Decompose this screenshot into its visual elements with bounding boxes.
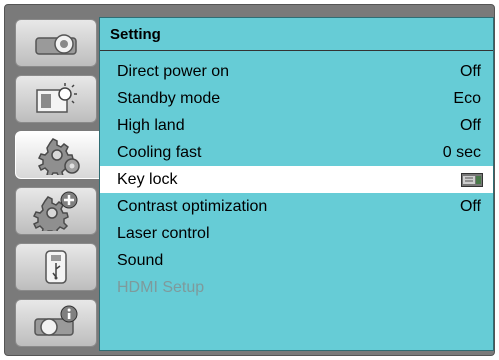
menu-row-laser-control[interactable]: Laser control — [100, 220, 493, 247]
row-label: Sound — [117, 252, 164, 269]
page-title: Setting — [100, 18, 493, 51]
setting-list: Direct power on Off Standby mode Eco Hig… — [100, 58, 493, 301]
row-label: Key lock — [117, 171, 178, 188]
row-value: Off — [459, 198, 481, 215]
row-label: Laser control — [117, 225, 210, 242]
image-brightness-icon — [36, 83, 77, 113]
row-value: Off — [459, 63, 481, 80]
row-label: HDMI Setup — [117, 279, 205, 296]
menu-row-standby-mode[interactable]: Standby mode Eco — [100, 85, 493, 112]
menu-row-high-land[interactable]: High land Off — [100, 112, 493, 139]
menu-tab-strip — [15, 17, 103, 355]
tab-information[interactable] — [15, 299, 97, 347]
tab-image[interactable] — [15, 75, 97, 123]
tab-projector[interactable] — [15, 19, 97, 67]
tab-expanded-setting[interactable] — [15, 187, 97, 235]
menu-row-cooling-fast[interactable]: Cooling fast 0 sec — [100, 139, 493, 166]
row-label: Contrast optimization — [117, 198, 268, 215]
row-value: 0 sec — [442, 144, 481, 161]
setting-panel: Setting Direct power on Off Standby mode… — [99, 17, 494, 351]
menu-row-key-lock[interactable]: Key lock — [100, 166, 493, 193]
tab-usb[interactable] — [15, 243, 97, 291]
projector-info-icon — [34, 305, 78, 336]
row-label: Direct power on — [117, 63, 230, 80]
row-value: Off — [459, 117, 481, 134]
gear-icon — [37, 138, 80, 175]
usb-icon — [45, 250, 67, 284]
row-value: Eco — [453, 90, 481, 107]
projector-icon — [35, 34, 77, 55]
row-label: Cooling fast — [117, 144, 202, 161]
keypad-lock-icon — [461, 173, 483, 187]
menu-row-sound[interactable]: Sound — [100, 247, 493, 274]
row-label: High land — [117, 117, 185, 134]
menu-frame: Setting Direct power on Off Standby mode… — [4, 4, 495, 356]
menu-row-hdmi-setup: HDMI Setup — [100, 274, 493, 301]
row-label: Standby mode — [117, 90, 221, 107]
gear-plus-icon — [33, 191, 78, 231]
menu-row-contrast-optimization[interactable]: Contrast optimization Off — [100, 193, 493, 220]
tab-setting[interactable] — [15, 131, 103, 179]
menu-row-direct-power-on[interactable]: Direct power on Off — [100, 58, 493, 85]
